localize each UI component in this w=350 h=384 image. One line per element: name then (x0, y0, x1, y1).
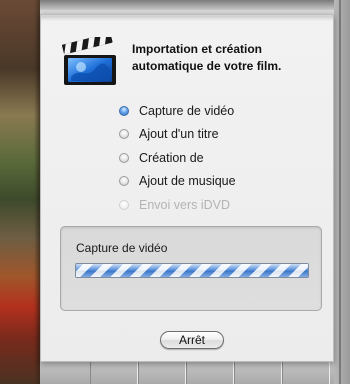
progress-group: Capture de vidéo (60, 226, 322, 311)
steps-list: Capture de vidéo Ajout d'un titre Créati… (119, 99, 236, 217)
step-item-music: Ajout de musique (119, 170, 236, 194)
background-window-side (334, 0, 350, 384)
progress-label: Capture de vidéo (76, 241, 168, 255)
timeline-cell (282, 362, 330, 384)
indeterminate-progress-bar (75, 263, 309, 278)
step-label: Envoi vers iDVD (139, 197, 230, 212)
pending-step-indicator-icon (119, 129, 129, 140)
step-item-title: Ajout d'un titre (119, 123, 236, 147)
background-window-edge (0, 0, 350, 10)
step-item-idvd: Envoi vers iDVD (119, 193, 236, 217)
timeline-cell (234, 362, 282, 384)
background-video-preview (0, 0, 40, 384)
timeline-cell (138, 362, 186, 384)
step-label: Création de (139, 150, 204, 165)
pending-step-indicator-icon (119, 152, 129, 163)
background-timeline (40, 362, 334, 384)
dialog-heading: Importation et création automatique de v… (132, 42, 282, 73)
step-label: Ajout d'un titre (139, 127, 219, 142)
timeline-cell (90, 362, 138, 384)
timeline-cell (186, 362, 234, 384)
stop-button[interactable]: Arrêt (160, 331, 224, 349)
step-label: Ajout de musique (139, 174, 236, 189)
step-label: Capture de vidéo (139, 103, 235, 118)
screen: Importation et création automatique de v… (0, 0, 350, 384)
background-divider (339, 0, 341, 384)
clapperboard-icon (62, 37, 116, 85)
progress-bar-stripes (76, 264, 308, 277)
pending-step-indicator-icon (119, 176, 129, 187)
step-item-capture: Capture de vidéo (119, 99, 236, 123)
import-progress-sheet: Importation et création automatique de v… (40, 14, 334, 362)
step-item-creation: Création de (119, 146, 236, 170)
active-step-indicator-icon (119, 105, 129, 116)
disabled-step-indicator-icon (119, 199, 129, 210)
